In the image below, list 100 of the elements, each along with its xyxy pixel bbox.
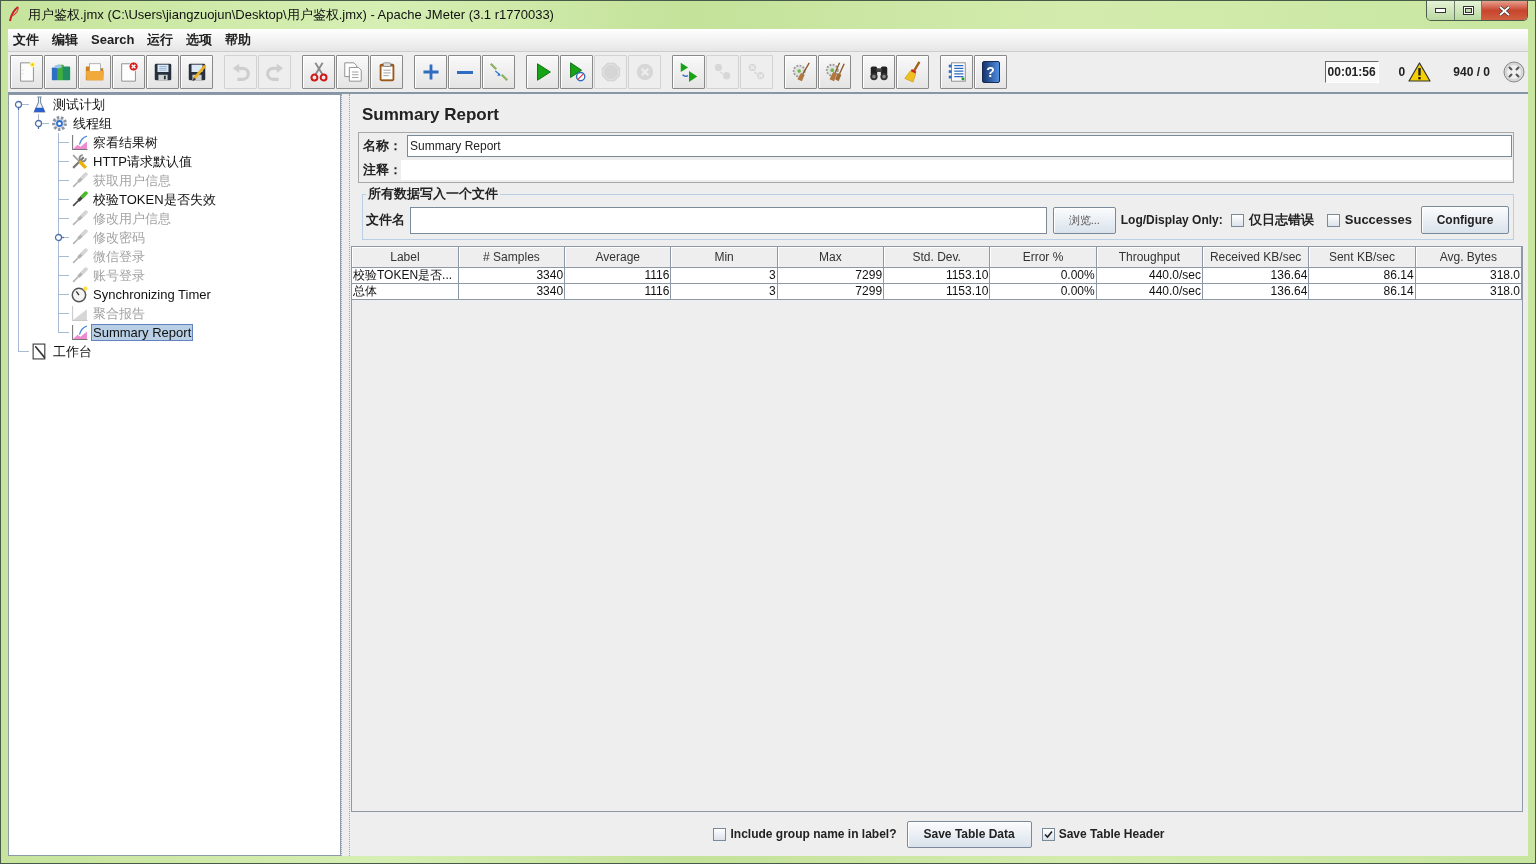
save-as-button[interactable] xyxy=(180,55,213,89)
tree-handle-icon[interactable] xyxy=(33,118,44,129)
copy-button[interactable] xyxy=(336,55,369,89)
elapsed-time-display: 00:01:56 xyxy=(1324,61,1379,83)
function-helper-button[interactable] xyxy=(940,55,973,89)
tree-item[interactable]: 校验TOKEN是否失效 xyxy=(91,191,218,208)
reset-search-button[interactable] xyxy=(896,55,929,89)
checkmark-icon xyxy=(1043,829,1053,839)
redo-arrow-icon xyxy=(263,61,286,83)
tools-icon xyxy=(71,153,88,170)
comment-field[interactable] xyxy=(401,160,1512,180)
tree-item[interactable]: 察看结果树 xyxy=(91,134,160,151)
menu-item[interactable]: 编辑 xyxy=(47,30,83,50)
column-header[interactable]: Received KB/sec xyxy=(1202,247,1309,267)
plus-icon xyxy=(422,64,439,80)
comment-label: 注释： xyxy=(362,161,401,180)
toggle-button[interactable] xyxy=(482,55,515,89)
collapse-all-button[interactable] xyxy=(448,55,481,89)
filename-label: 文件名 xyxy=(366,211,406,230)
tree-item[interactable]: Synchronizing Timer xyxy=(91,286,213,303)
flask-icon xyxy=(31,96,48,113)
minimize-button[interactable] xyxy=(1427,1,1455,20)
cut-button[interactable] xyxy=(302,55,335,89)
tree-item[interactable]: 线程组 xyxy=(71,115,114,132)
dropper-icon xyxy=(71,172,88,189)
templates-button[interactable] xyxy=(44,55,77,89)
save-table-button[interactable]: Save Table Data xyxy=(906,820,1032,848)
column-header[interactable]: Sent KB/sec xyxy=(1308,247,1416,267)
remote-start-button[interactable] xyxy=(672,55,705,89)
new-button[interactable] xyxy=(10,55,43,89)
checkbox[interactable] xyxy=(1326,213,1340,227)
column-header[interactable]: Std. Dev. xyxy=(883,247,990,267)
octagon-icon xyxy=(599,61,622,83)
target-icon xyxy=(1503,61,1525,83)
minus-icon xyxy=(456,70,473,74)
dropper-icon xyxy=(71,267,88,284)
close-file-button[interactable] xyxy=(112,55,145,89)
start-no-pauses-button[interactable] xyxy=(560,55,593,89)
name-field[interactable]: Summary Report xyxy=(407,134,1512,157)
filename-field[interactable] xyxy=(410,206,1047,234)
save-button[interactable] xyxy=(146,55,179,89)
configure-button[interactable]: Configure xyxy=(1421,206,1509,234)
gear-icon xyxy=(51,115,68,132)
droppers-icon xyxy=(487,61,510,83)
report-title: Summary Report xyxy=(362,105,499,125)
column-header[interactable]: # Samples xyxy=(458,247,565,267)
splitter-handle[interactable] xyxy=(341,94,350,856)
log-display-label: Log/Display Only: xyxy=(1120,212,1223,229)
chart-icon xyxy=(71,134,88,151)
help-button[interactable]: ? xyxy=(974,55,1007,89)
checkbox-label: Include group name in label? xyxy=(730,826,897,843)
browse-button[interactable]: 浏览... xyxy=(1052,206,1116,234)
dropper-icon xyxy=(71,248,88,265)
menu-item[interactable]: 选项 xyxy=(181,30,218,50)
search-button[interactable] xyxy=(862,55,895,89)
window-title: 用户鉴权.jmx (C:\Users\jiangzuojun\Desktop\用户鉴权.jmx) - Apache JMeter (3.1 r1770033) xyxy=(28,7,554,23)
maximize-button[interactable] xyxy=(1455,1,1482,20)
column-header[interactable]: Label xyxy=(352,247,459,267)
menu-item[interactable]: 文件 xyxy=(8,30,44,50)
dropper-icon xyxy=(71,229,88,246)
column-header[interactable]: Error % xyxy=(989,247,1097,267)
menu-item[interactable]: Search xyxy=(86,30,140,50)
clear-button[interactable] xyxy=(784,55,817,89)
checkbox[interactable] xyxy=(713,827,727,841)
maximize-icon xyxy=(1462,6,1474,15)
tree-item[interactable]: Summary Report xyxy=(91,324,194,341)
menu-item[interactable]: 帮助 xyxy=(220,30,257,50)
tree-item[interactable]: 工作台 xyxy=(51,343,94,360)
checkbox[interactable] xyxy=(1041,827,1055,841)
chart-icon xyxy=(71,324,88,341)
start-button[interactable] xyxy=(526,55,559,89)
column-header[interactable]: Throughput xyxy=(1096,247,1203,267)
column-header[interactable]: Average xyxy=(564,247,671,267)
dropper-icon xyxy=(71,191,88,208)
close-button[interactable] xyxy=(1482,1,1527,20)
dropper-icon xyxy=(71,210,88,227)
column-header[interactable]: Min xyxy=(670,247,778,267)
checkbox-label: Successes xyxy=(1344,211,1412,230)
copy-pages-icon xyxy=(341,61,364,83)
feather-icon xyxy=(8,6,20,22)
column-header[interactable]: Max xyxy=(777,247,884,267)
tree-item[interactable]: 测试计划 xyxy=(51,96,107,113)
folder-icon xyxy=(83,61,106,83)
close-icon xyxy=(1498,5,1511,16)
tree-handle-icon[interactable] xyxy=(13,99,24,110)
notepad-icon xyxy=(31,343,48,360)
paste-button[interactable] xyxy=(370,55,403,89)
clear-all-button[interactable] xyxy=(818,55,851,89)
chart-icon xyxy=(71,305,88,322)
checkbox-label: 仅日志错误 xyxy=(1248,211,1314,230)
tree-item[interactable]: HTTP请求默认值 xyxy=(91,153,194,170)
menu-item[interactable]: 运行 xyxy=(142,30,179,50)
column-header[interactable]: Avg. Bytes xyxy=(1415,247,1522,267)
stopwatch-icon xyxy=(71,286,88,303)
minimize-icon xyxy=(1435,8,1446,13)
open-button[interactable] xyxy=(78,55,111,89)
group-title: 所有数据写入一个文件 xyxy=(367,186,499,202)
checkbox[interactable] xyxy=(1230,213,1244,227)
expand-all-button[interactable] xyxy=(414,55,447,89)
scissors-icon xyxy=(307,61,330,83)
